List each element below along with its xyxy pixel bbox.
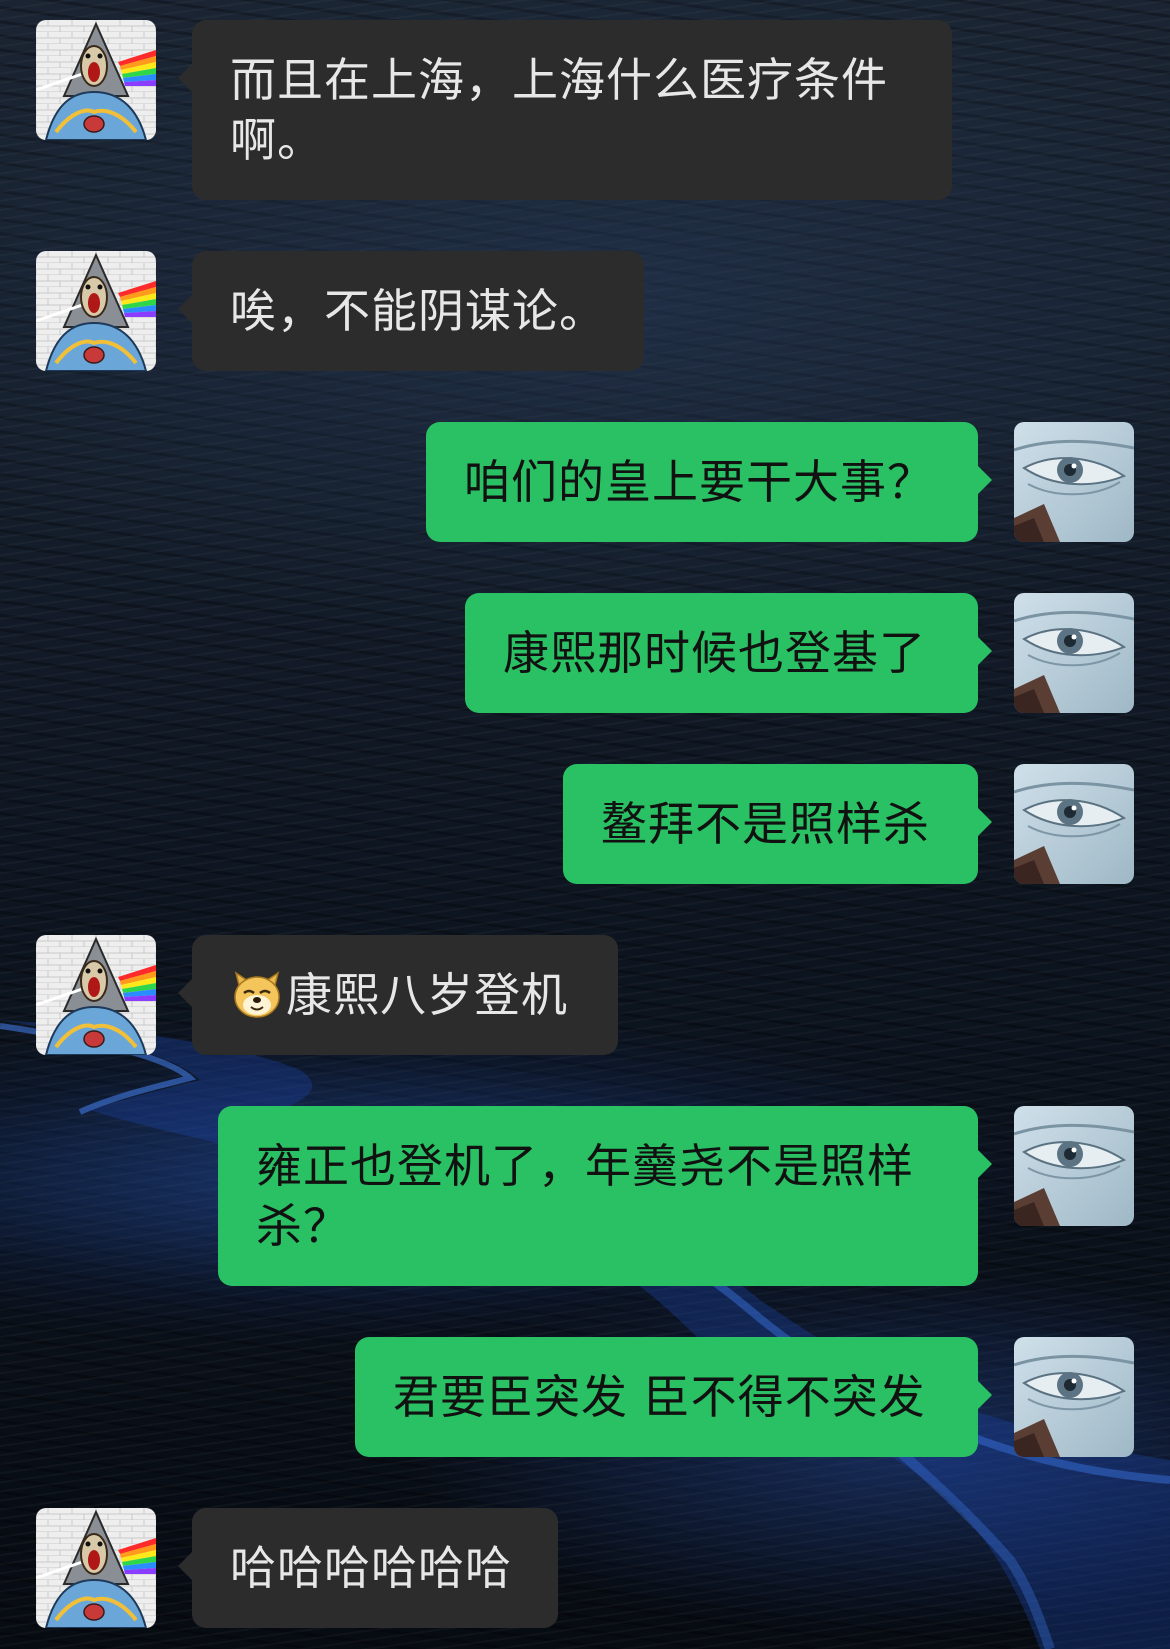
outgoing-message-bubble[interactable]: 康熙那时候也登基了 bbox=[465, 593, 992, 713]
outgoing-message-bubble[interactable]: 君要臣突发 臣不得不突发 bbox=[355, 1337, 992, 1457]
outgoing-message-bubble[interactable]: 咱们的皇上要干大事？ bbox=[426, 422, 992, 542]
incoming-message-bubble[interactable]: 而且在上海，上海什么医疗条件啊。 bbox=[178, 20, 952, 200]
message-text: 雍正也登机了，年羹尧不是照样杀？ bbox=[256, 1139, 914, 1253]
contact-avatar-prism-scream-avatar-icon[interactable] bbox=[36, 1508, 156, 1628]
self-avatar-eye-closeup-avatar-icon[interactable] bbox=[1014, 764, 1134, 884]
incoming-message-bubble[interactable]: 哈哈哈哈哈哈 bbox=[178, 1508, 558, 1628]
incoming-message-bubble[interactable]: 康熙八岁登机 bbox=[178, 935, 618, 1055]
outgoing-message-bubble[interactable]: 雍正也登机了，年羹尧不是照样杀？ bbox=[218, 1106, 992, 1286]
contact-avatar-prism-scream-avatar-icon[interactable] bbox=[36, 251, 156, 371]
message-text: 咱们的皇上要干大事？ bbox=[464, 455, 934, 509]
message-text: 鳌拜不是照样杀 bbox=[601, 797, 930, 851]
self-avatar-eye-closeup-avatar-icon[interactable] bbox=[1014, 1337, 1134, 1457]
self-avatar-eye-closeup-avatar-icon[interactable] bbox=[1014, 422, 1134, 542]
contact-avatar-prism-scream-avatar-icon[interactable] bbox=[36, 935, 156, 1055]
message-text: 康熙八岁登机 bbox=[286, 968, 568, 1022]
message-text: 君要臣突发 臣不得不突发 bbox=[393, 1370, 926, 1424]
self-avatar-eye-closeup-avatar-icon[interactable] bbox=[1014, 1106, 1134, 1226]
outgoing-message-bubble[interactable]: 鳌拜不是照样杀 bbox=[563, 764, 992, 884]
doge-emoji-icon bbox=[234, 971, 280, 1018]
incoming-message-bubble[interactable]: 唉，不能阴谋论。 bbox=[178, 251, 644, 371]
message-text: 康熙那时候也登基了 bbox=[503, 626, 926, 680]
message-text: 哈哈哈哈哈哈 bbox=[230, 1541, 512, 1595]
contact-avatar-prism-scream-avatar-icon[interactable] bbox=[36, 20, 156, 140]
message-text: 唉，不能阴谋论。 bbox=[230, 284, 606, 338]
self-avatar-eye-closeup-avatar-icon[interactable] bbox=[1014, 593, 1134, 713]
message-text: 而且在上海，上海什么医疗条件啊。 bbox=[230, 53, 888, 167]
